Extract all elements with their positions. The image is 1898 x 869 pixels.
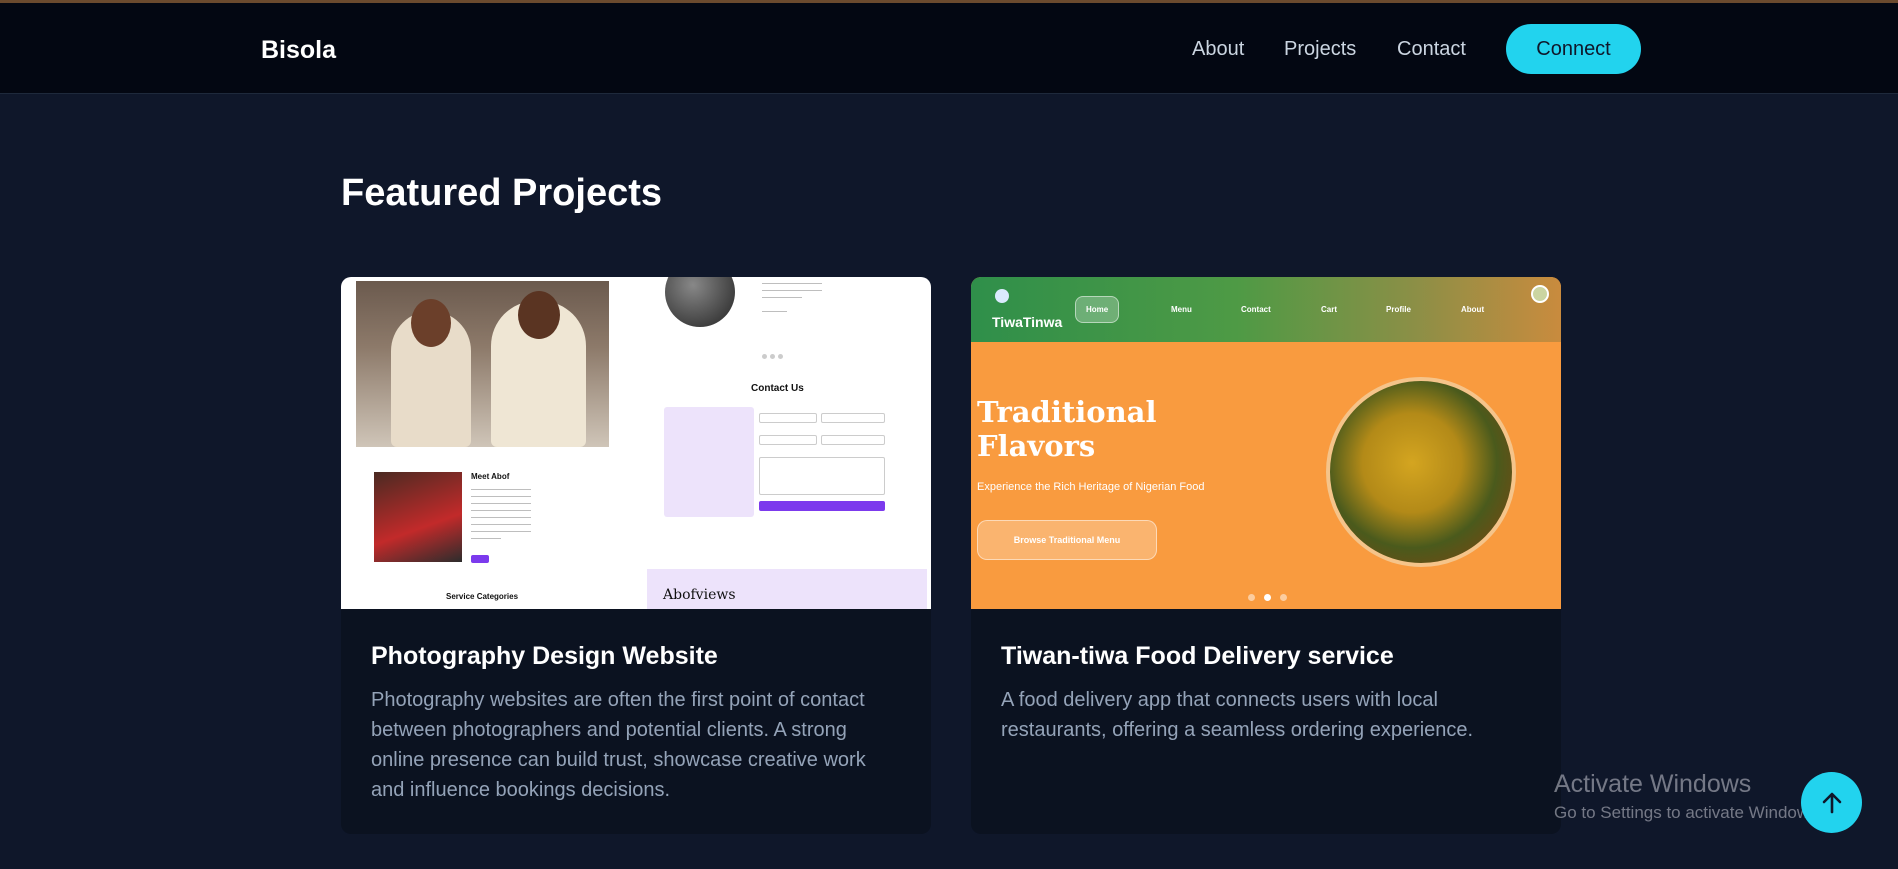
project-card-photography[interactable]: ———————————— ———————————— ———————— ————— Co… — [341, 277, 931, 834]
form-textarea-preview — [759, 457, 885, 495]
nav-link-contact[interactable]: Contact — [1397, 38, 1466, 61]
footer-preview: Abofviews — [647, 569, 927, 609]
form-field-preview — [759, 435, 817, 445]
project-description: Photography websites are often the first… — [371, 689, 866, 801]
food-nav-profile: Profile — [1386, 305, 1411, 314]
section-title: Featured Projects — [341, 172, 662, 214]
testimonial-photo — [665, 277, 735, 327]
food-avatar — [1531, 285, 1549, 303]
form-field-preview — [821, 413, 885, 423]
project-title: Photography Design Website — [371, 642, 718, 670]
project-description: A food delivery app that connects users … — [1001, 689, 1474, 741]
meet-text-placeholder: ———————————— ———————————— ———————————— ————… — [471, 487, 531, 542]
footer-logo: Abofviews — [663, 587, 736, 603]
food-app-navbar: TiwaTinwa Home Menu Contact Cart Profile… — [971, 277, 1561, 342]
activate-windows-title: Activate Windows — [1554, 770, 1752, 798]
contact-form-preview — [759, 405, 889, 515]
food-hero-subtitle: Experience the Rich Heritage of Nigerian… — [977, 481, 1205, 493]
food-dish-image — [1326, 377, 1516, 567]
contact-heading: Contact Us — [751, 383, 804, 394]
food-nav-contact: Contact — [1241, 305, 1271, 314]
nav-link-about[interactable]: About — [1192, 38, 1244, 61]
contact-info-panel — [664, 407, 754, 517]
meet-heading: Meet Abof — [471, 472, 510, 481]
project-card-food-delivery[interactable]: TiwaTinwa Home Menu Contact Cart Profile… — [971, 277, 1561, 834]
bride-head — [411, 299, 451, 347]
navbar: Bisola About Projects Contact Connect — [0, 3, 1898, 94]
form-submit-preview — [759, 501, 885, 511]
food-hero-button: Browse Traditional Menu — [977, 520, 1157, 560]
couple-photo — [356, 281, 609, 447]
food-app-logo: TiwaTinwa — [992, 314, 1063, 330]
project-thumbnail[interactable]: ———————————— ———————————— ———————— ————— Co… — [341, 277, 931, 609]
carousel-dots — [762, 346, 786, 364]
arrow-up-icon — [1822, 792, 1841, 813]
groom-head — [518, 291, 560, 339]
brand-logo[interactable]: Bisola — [261, 36, 336, 65]
form-field-preview — [821, 435, 885, 445]
connect-button[interactable]: Connect — [1506, 24, 1641, 74]
photographer-photo — [374, 472, 462, 562]
food-carousel-dots — [1248, 588, 1296, 606]
food-nav-home: Home — [1075, 296, 1120, 323]
food-hero-title: Traditional Flavors — [977, 395, 1157, 463]
nav-link-projects[interactable]: Projects — [1284, 38, 1356, 61]
project-thumbnail[interactable]: TiwaTinwa Home Menu Contact Cart Profile… — [971, 277, 1561, 609]
food-nav-about: About — [1461, 305, 1485, 314]
food-nav-cart: Cart — [1321, 305, 1338, 314]
form-field-preview — [759, 413, 817, 423]
project-title: Tiwan-tiwa Food Delivery service — [1001, 642, 1394, 670]
scroll-to-top-button[interactable] — [1801, 772, 1862, 833]
meet-button-preview — [471, 555, 489, 563]
food-logo-icon — [995, 289, 1009, 303]
testimonial-text-placeholder: ———————————— ———————————— ———————— ————— — [762, 281, 822, 315]
service-heading: Service Categories — [446, 592, 519, 601]
food-nav-menu: Menu — [1171, 305, 1192, 314]
activate-windows-subtitle: Go to Settings to activate Windows. — [1554, 803, 1823, 822]
